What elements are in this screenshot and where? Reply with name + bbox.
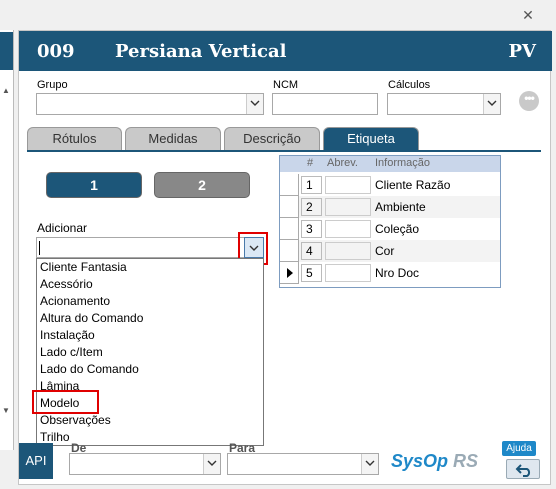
chevron-down-icon[interactable] [361, 454, 378, 474]
row-number: 1 [301, 176, 322, 194]
ncm-label: NCM [273, 79, 299, 91]
list-item[interactable]: Acessório [40, 276, 93, 293]
tab-rotulos[interactable]: Rótulos [27, 127, 122, 151]
table-row[interactable]: 4 Cor [280, 240, 500, 262]
left-panel-edge: ▲ ▼ [0, 30, 14, 450]
tab-etiqueta[interactable]: Etiqueta [323, 127, 419, 151]
product-title: Persiana Vertical [115, 41, 287, 62]
col-info-header: Informação [375, 157, 431, 169]
list-item[interactable]: Cliente Fantasia [40, 259, 127, 276]
adicionar-input[interactable] [36, 237, 264, 258]
title-bar: ✕ [0, 0, 556, 30]
row-number: 3 [301, 220, 322, 238]
table-row[interactable]: 3 Coleção [280, 218, 500, 240]
page-one-button[interactable]: 1 [46, 172, 142, 198]
ajuda-button[interactable]: Ajuda [502, 441, 536, 456]
grupo-select[interactable] [36, 93, 264, 115]
row-abrev-cell[interactable] [325, 220, 371, 238]
chevron-down-icon[interactable] [246, 94, 263, 114]
col-abrev-header: Abrev. [327, 157, 358, 169]
current-row-arrow-icon [287, 268, 293, 278]
de-select[interactable] [69, 453, 221, 475]
row-info: Ambiente [375, 200, 426, 214]
row-number: 2 [301, 198, 322, 216]
row-number: 5 [301, 264, 322, 282]
product-header: 009 Persiana Vertical PV [19, 31, 552, 71]
highlight-modelo-option [32, 390, 99, 414]
calculos-select[interactable] [387, 93, 501, 115]
table-row[interactable]: 5 Nro Doc [280, 262, 500, 284]
list-item[interactable]: Lado c/Item [40, 344, 103, 361]
sysop-logo: SysOp RS [391, 451, 479, 471]
product-window: 009 Persiana Vertical PV Grupo NCM Cálcu… [18, 30, 552, 485]
list-item[interactable]: Altura do Comando [40, 310, 143, 327]
chevron-down-icon[interactable] [203, 454, 220, 474]
more-options-button[interactable]: ••• [519, 91, 539, 111]
row-abrev-cell[interactable] [325, 198, 371, 216]
adicionar-label: Adicionar [37, 221, 88, 235]
undo-button[interactable] [506, 459, 540, 479]
table-row[interactable]: 1 Cliente Razão [280, 174, 500, 196]
page-two-button[interactable]: 2 [154, 172, 250, 198]
grupo-label: Grupo [37, 79, 68, 91]
grid-header: # Abrev. Informação [280, 156, 500, 172]
left-panel-header [0, 32, 13, 70]
row-abrev-cell[interactable] [325, 264, 371, 282]
row-abrev-cell[interactable] [325, 176, 371, 194]
scroll-down-icon[interactable]: ▼ [1, 406, 11, 416]
list-item[interactable]: Lado do Comando [40, 361, 139, 378]
col-num-header: # [307, 157, 314, 169]
row-info: Cliente Razão [375, 178, 451, 192]
calculos-label: Cálculos [388, 79, 431, 91]
row-indicator[interactable] [280, 240, 299, 262]
row-number: 4 [301, 242, 322, 260]
adicionar-options-list[interactable]: Cliente Fantasia Acessório Acionamento A… [36, 258, 264, 446]
tab-medidas[interactable]: Medidas [125, 127, 221, 151]
row-info: Cor [375, 244, 395, 258]
list-item[interactable]: Acionamento [40, 293, 110, 310]
undo-icon [515, 464, 531, 477]
ncm-field[interactable] [272, 93, 378, 115]
table-row[interactable]: 2 Ambiente [280, 196, 500, 218]
row-abrev-cell[interactable] [325, 242, 371, 260]
list-item[interactable]: Instalação [40, 327, 95, 344]
list-item[interactable]: Observações [40, 412, 111, 429]
row-indicator[interactable] [280, 196, 299, 218]
row-indicator[interactable] [280, 174, 299, 196]
tab-underline [27, 150, 541, 152]
product-badge: PV [508, 41, 536, 62]
api-button[interactable]: API [19, 443, 53, 479]
row-info: Nro Doc [375, 266, 420, 280]
chevron-down-icon[interactable] [483, 94, 500, 114]
product-code: 009 [37, 41, 75, 62]
row-info: Coleção [375, 222, 420, 236]
close-icon[interactable]: ✕ [522, 8, 534, 22]
row-indicator[interactable] [280, 218, 299, 240]
scroll-up-icon[interactable]: ▲ [1, 86, 11, 96]
para-select[interactable] [227, 453, 379, 475]
etiqueta-grid[interactable]: # Abrev. Informação 1 Cliente Razão 2 Am… [279, 155, 501, 288]
row-indicator[interactable] [280, 262, 299, 284]
text-cursor [39, 241, 40, 255]
tab-descricao[interactable]: Descrição [224, 127, 320, 151]
